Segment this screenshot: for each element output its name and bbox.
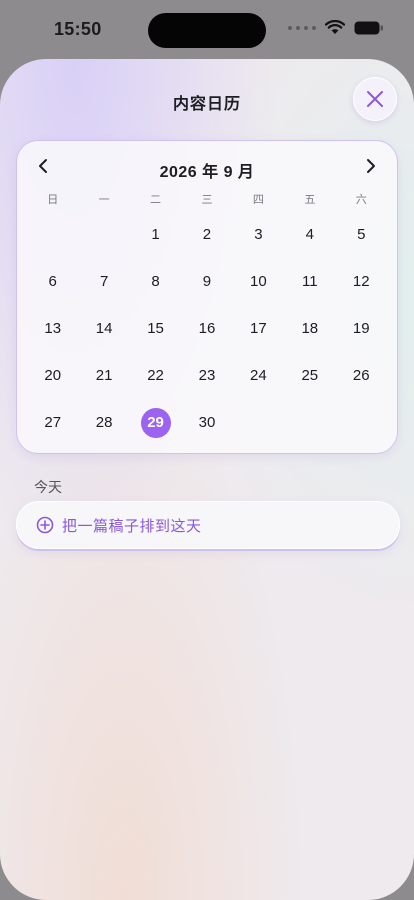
day-number: 3 <box>254 226 263 243</box>
day-number: 12 <box>352 273 370 290</box>
calendar-week-row: 20 21 22 23 24 25 26 <box>27 352 387 399</box>
day-cell[interactable]: 23 <box>181 352 232 399</box>
content-calendar-sheet: 内容日历 2026 年 9 月 日一二三四五六 1 2 3 4 5 6 7 8 9 10 11 12 1… <box>0 59 414 900</box>
day-cell[interactable]: 16 <box>181 305 232 352</box>
day-cell[interactable]: 5 <box>336 211 387 258</box>
day-number: 21 <box>95 367 113 384</box>
schedule-draft-label: 把一篇稿子排到这天 <box>62 517 202 535</box>
day-number: 6 <box>48 273 57 290</box>
day-cell[interactable]: 26 <box>336 352 387 399</box>
calendar-week-row: 1 2 3 4 5 <box>27 211 387 258</box>
day-cell[interactable]: 30 <box>181 399 232 446</box>
day-cell[interactable]: 21 <box>78 352 129 399</box>
day-cell[interactable]: 18 <box>284 305 335 352</box>
day-number: 30 <box>198 414 216 431</box>
month-label: 2026 年 9 月 <box>159 164 255 181</box>
day-number: 18 <box>301 320 319 337</box>
day-number: 4 <box>305 226 314 243</box>
status-time: 15:50 <box>54 19 102 39</box>
weekday-label: 三 <box>201 194 213 206</box>
weekday-label: 日 <box>47 194 59 206</box>
chevron-right-icon <box>367 159 375 173</box>
day-number: 28 <box>95 414 113 431</box>
calendar-week-row: 27 28 29 30 <box>27 399 387 446</box>
day-number: 23 <box>198 367 216 384</box>
day-cell[interactable]: 27 <box>27 399 78 446</box>
day-cell[interactable]: 6 <box>27 258 78 305</box>
empty-day-cell <box>27 211 78 258</box>
day-cell[interactable]: 9 <box>181 258 232 305</box>
calendar-header: 2026 年 9 月 <box>17 141 397 193</box>
day-cell[interactable]: 24 <box>233 352 284 399</box>
day-cell[interactable]: 13 <box>27 305 78 352</box>
day-number: 8 <box>151 273 160 290</box>
calendar-week-row: 13 14 15 16 17 18 19 <box>27 305 387 352</box>
day-cell[interactable]: 4 <box>284 211 335 258</box>
calendar-grid: 1 2 3 4 5 6 7 8 9 10 11 12 13 14 15 16 17 18 19 20 21 22 23 24 2… <box>27 211 387 446</box>
day-number: 29 <box>147 414 164 431</box>
day-number: 20 <box>44 367 62 384</box>
day-number: 10 <box>250 273 267 290</box>
empty-day-cell <box>284 399 335 446</box>
status-icons <box>288 20 384 35</box>
calendar-card: 2026 年 9 月 日一二三四五六 1 2 3 4 5 6 7 8 9 10 11 12 13 14 15… <box>16 140 398 454</box>
empty-day-cell <box>336 399 387 446</box>
day-cell[interactable]: 12 <box>336 258 387 305</box>
close-icon <box>367 91 383 107</box>
day-number: 17 <box>250 320 267 337</box>
empty-day-cell <box>78 211 129 258</box>
selected-day-cell[interactable]: 29 <box>130 399 181 446</box>
day-number: 7 <box>99 273 109 290</box>
weekday-label: 六 <box>355 194 367 206</box>
weekday-label: 四 <box>252 194 264 206</box>
day-number: 26 <box>352 367 370 384</box>
section-label-today: 今天 <box>34 479 62 495</box>
day-number: 16 <box>198 320 216 337</box>
sheet-title: 内容日历 <box>172 96 241 113</box>
empty-day-cell <box>233 399 284 446</box>
day-cell[interactable]: 3 <box>233 211 284 258</box>
day-cell[interactable]: 19 <box>336 305 387 352</box>
day-cell[interactable]: 22 <box>130 352 181 399</box>
day-number: 15 <box>147 320 164 337</box>
battery-icon <box>354 21 383 34</box>
day-cell[interactable]: 7 <box>78 258 129 305</box>
day-number: 1 <box>151 226 160 243</box>
day-number: 9 <box>202 273 212 290</box>
day-number: 22 <box>147 367 164 384</box>
day-number: 19 <box>352 320 370 337</box>
day-cell[interactable]: 11 <box>284 258 335 305</box>
day-cell[interactable]: 17 <box>233 305 284 352</box>
day-number: 2 <box>202 226 212 243</box>
day-number: 13 <box>44 320 62 337</box>
schedule-draft-button[interactable]: 把一篇稿子排到这天 <box>16 501 400 549</box>
day-cell[interactable]: 15 <box>130 305 181 352</box>
plus-circle-icon <box>36 516 54 534</box>
calendar-week-row: 6 7 8 9 10 11 12 <box>27 258 387 305</box>
day-cell[interactable]: 2 <box>181 211 232 258</box>
weekday-label: 一 <box>98 194 110 206</box>
status-bar: 15:50 <box>0 0 414 60</box>
day-number: 14 <box>95 320 113 337</box>
day-number: 11 <box>302 273 318 290</box>
dynamic-island <box>148 13 266 48</box>
day-number: 25 <box>301 367 319 384</box>
day-cell[interactable]: 1 <box>130 211 181 258</box>
close-button[interactable] <box>353 77 397 121</box>
weekday-header: 日一二三四五六 <box>27 191 387 207</box>
day-cell[interactable]: 8 <box>130 258 181 305</box>
day-number: 27 <box>44 414 62 431</box>
cellular-signal-icon <box>288 25 316 30</box>
wifi-icon <box>325 20 345 34</box>
weekday-label: 五 <box>304 194 316 206</box>
next-month-button[interactable] <box>359 154 383 178</box>
day-number: 5 <box>357 226 366 243</box>
day-cell[interactable]: 28 <box>78 399 129 446</box>
day-cell[interactable]: 14 <box>78 305 129 352</box>
day-number: 24 <box>250 367 267 384</box>
day-cell[interactable]: 25 <box>284 352 335 399</box>
weekday-label: 二 <box>150 194 162 206</box>
day-cell[interactable]: 20 <box>27 352 78 399</box>
day-cell[interactable]: 10 <box>233 258 284 305</box>
